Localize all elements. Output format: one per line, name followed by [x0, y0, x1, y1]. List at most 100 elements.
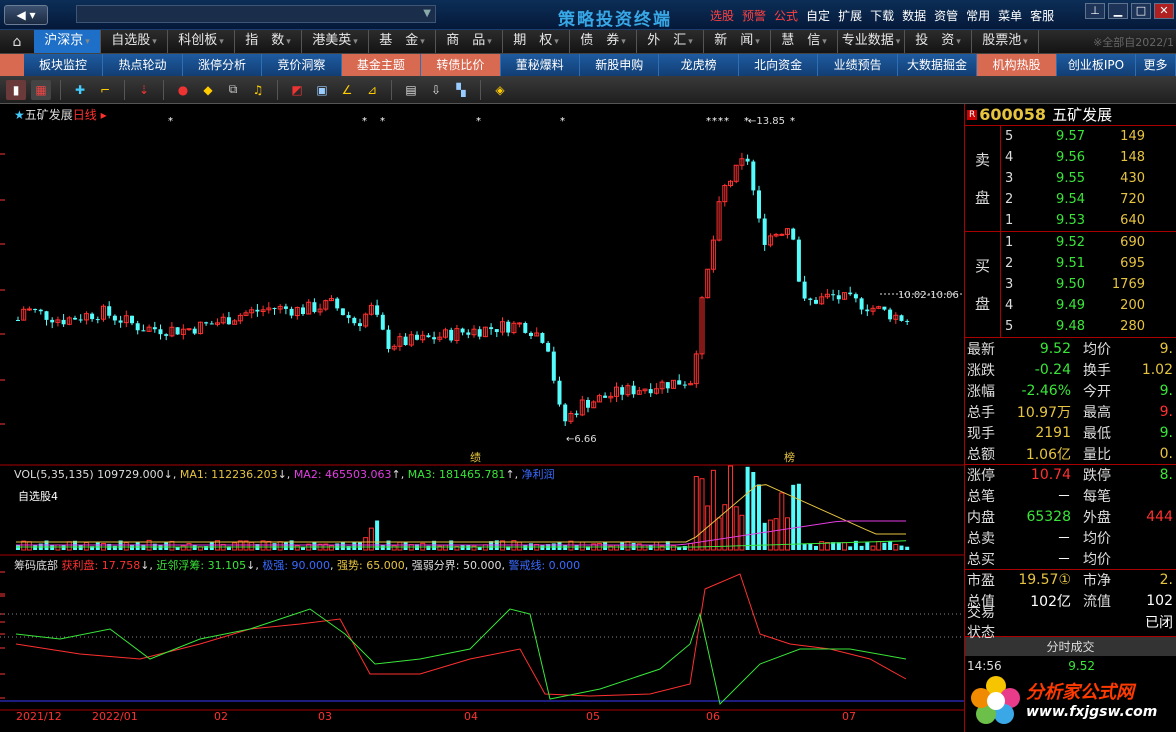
menu-item[interactable]: 选股 — [706, 7, 738, 24]
nav-tab[interactable]: 沪深京 ▾ — [34, 30, 101, 53]
download-icon[interactable]: ⇩ — [426, 80, 446, 100]
cursor-icon[interactable]: ⌐ — [95, 80, 115, 100]
volume-bar — [112, 545, 117, 550]
ask-row[interactable]: 2 9.54 720 — [1001, 189, 1176, 210]
stat-value: 2191 — [1035, 424, 1071, 441]
menu-item[interactable]: 客服 — [1026, 7, 1058, 24]
bell-icon[interactable]: ♫ — [248, 80, 268, 100]
subnav-item[interactable]: 创业板IPO — [1057, 54, 1137, 76]
nav-tab[interactable]: 科创板 ▾ — [168, 30, 235, 53]
menu-item[interactable]: 公式 — [770, 7, 802, 24]
nav-tab[interactable]: 港美英 ▾ — [302, 30, 369, 53]
nav-tab[interactable]: 股票池 ▾ — [972, 30, 1039, 53]
layout-icon[interactable]: ▦ — [31, 79, 51, 100]
nav-tab[interactable]: 债 券 ▾ — [570, 30, 637, 53]
subnav-item[interactable]: 机构热股 — [977, 54, 1057, 76]
signal-icon[interactable]: ● — [173, 80, 193, 100]
draw-icon[interactable]: ◩ — [287, 80, 307, 100]
subnav-item[interactable]: 基金主题 — [341, 54, 422, 76]
volume-bar — [66, 541, 72, 551]
subnav-item[interactable]: 北向资金 — [739, 54, 819, 76]
nav-tab-label: 沪深京 — [44, 33, 84, 48]
nav-tab[interactable]: 投 资 ▾ — [905, 30, 972, 53]
nav-tab[interactable]: 新 闻 ▾ — [704, 30, 771, 53]
back-button[interactable]: ◀ ▾ — [4, 5, 48, 25]
event-marker-earnings[interactable]: 绩 — [470, 449, 481, 465]
stat-row: 市盈 19.57① 市净 2. — [965, 569, 1176, 590]
subnav-item[interactable]: 热点轮动 — [103, 54, 183, 76]
favorites-label: 自选股4 — [18, 490, 58, 503]
menu-item[interactable]: 常用 — [962, 7, 994, 24]
subnav-item[interactable]: 大数据掘金 — [898, 54, 978, 76]
nav-tab[interactable]: 专业数据 ▾ — [838, 30, 905, 53]
minimize-icon[interactable]: ▁ — [1108, 3, 1128, 19]
subnav-item[interactable]: 龙虎榜 — [659, 54, 739, 76]
ask-row[interactable]: 5 9.57 149 — [1001, 126, 1176, 147]
arrow-icon[interactable]: ⇣ — [134, 80, 154, 100]
subnav-item[interactable]: 新股申购 — [580, 54, 660, 76]
subnav-item[interactable]: 板块监控 — [24, 54, 104, 76]
nav-tab[interactable]: 外 汇 ▾ — [637, 30, 704, 53]
menu-item[interactable]: 预警 — [738, 7, 770, 24]
bid-row[interactable]: 5 9.48 280 — [1001, 316, 1176, 337]
ask-row[interactable]: 4 9.56 148 — [1001, 147, 1176, 168]
menu-item[interactable]: 菜单 — [994, 7, 1026, 24]
price: 9.53 — [1056, 213, 1085, 228]
chevron-down-icon[interactable]: ▼ — [423, 8, 431, 19]
volume-bar — [266, 540, 272, 551]
stat-label: 跌停 — [1083, 468, 1111, 484]
volume-bar — [814, 545, 818, 550]
range-annotation: 10.02-10.06 — [898, 290, 959, 301]
nav-tab[interactable]: 慧 信 ▾ — [771, 30, 838, 53]
candle — [574, 413, 579, 415]
nav-tab[interactable]: 基 金 ▾ — [369, 30, 436, 53]
bid-row[interactable]: 2 9.51 695 — [1001, 253, 1176, 274]
angle-icon[interactable]: ∠ — [337, 80, 357, 100]
kline-chart[interactable]: * * * * * * * * * * * — [0, 104, 964, 732]
angle2-icon[interactable]: ⊿ — [362, 80, 382, 100]
menu-item[interactable]: 下载 — [866, 7, 898, 24]
nav-tab[interactable]: 期 权 ▾ — [503, 30, 570, 53]
subnav-item[interactable]: 转债比价 — [421, 54, 501, 76]
close-icon[interactable]: ✕ — [1154, 3, 1174, 19]
nav-tab[interactable]: 指 数 ▾ — [235, 30, 302, 53]
chart-canvas[interactable]: * * * * * * * * * * * — [0, 104, 964, 732]
image-icon[interactable]: ▣ — [312, 80, 332, 100]
x-tick: 2022/01 — [92, 710, 138, 723]
help-icon[interactable]: ◈ — [490, 80, 510, 100]
subnav-item[interactable]: 竞价洞察 — [262, 54, 342, 76]
candle — [44, 311, 49, 320]
crosshair-icon[interactable]: ✚ — [70, 80, 90, 100]
logo-url: www.fxjgsw.com — [1026, 704, 1158, 720]
bid-row[interactable]: 1 9.52 690 — [1001, 232, 1176, 253]
volume-bar — [123, 542, 129, 551]
menu-item[interactable]: 扩展 — [834, 7, 866, 24]
subnav-item[interactable]: 董秘爆料 — [501, 54, 580, 76]
address-input[interactable]: ▼ — [76, 5, 436, 23]
bid-row[interactable]: 4 9.49 200 — [1001, 295, 1176, 316]
nav-tab[interactable]: 自选股 ▾ — [101, 30, 168, 53]
subnav-item[interactable]: 业绩预告 — [818, 54, 898, 76]
subnav-item[interactable]: 更多 — [1136, 54, 1176, 76]
home-icon[interactable]: ⌂ — [0, 34, 34, 50]
maximize-icon[interactable]: □ — [1131, 3, 1151, 19]
volume-bar — [426, 545, 431, 550]
menu-item[interactable]: 数据 — [898, 7, 930, 24]
pin-icon[interactable]: ⊥ — [1085, 3, 1105, 19]
ask-row[interactable]: 1 9.53 640 — [1001, 210, 1176, 231]
nav-tab[interactable]: 商 品 ▾ — [436, 30, 503, 53]
bid-row[interactable]: 3 9.50 1769 — [1001, 274, 1176, 295]
nav-tab-label: 科创板 — [178, 33, 218, 48]
chevron-down-icon: ▾ — [219, 37, 224, 47]
warning-icon[interactable]: ◆ — [198, 80, 218, 100]
menu-item[interactable]: 自定 — [802, 7, 834, 24]
menu-item[interactable]: 资管 — [930, 7, 962, 24]
calendar-icon[interactable]: ▤ — [401, 80, 421, 100]
compare-icon[interactable]: ⧉ — [223, 80, 243, 100]
event-marker-billboard[interactable]: 榜 — [784, 449, 795, 465]
collapse-icon[interactable]: ▮ — [6, 79, 26, 100]
subnav-item[interactable]: 涨停分析 — [183, 54, 263, 76]
ask-row[interactable]: 3 9.55 430 — [1001, 168, 1176, 189]
chart-icon[interactable]: ▚ — [451, 80, 471, 100]
stat-label: 总笔 — [967, 488, 995, 505]
